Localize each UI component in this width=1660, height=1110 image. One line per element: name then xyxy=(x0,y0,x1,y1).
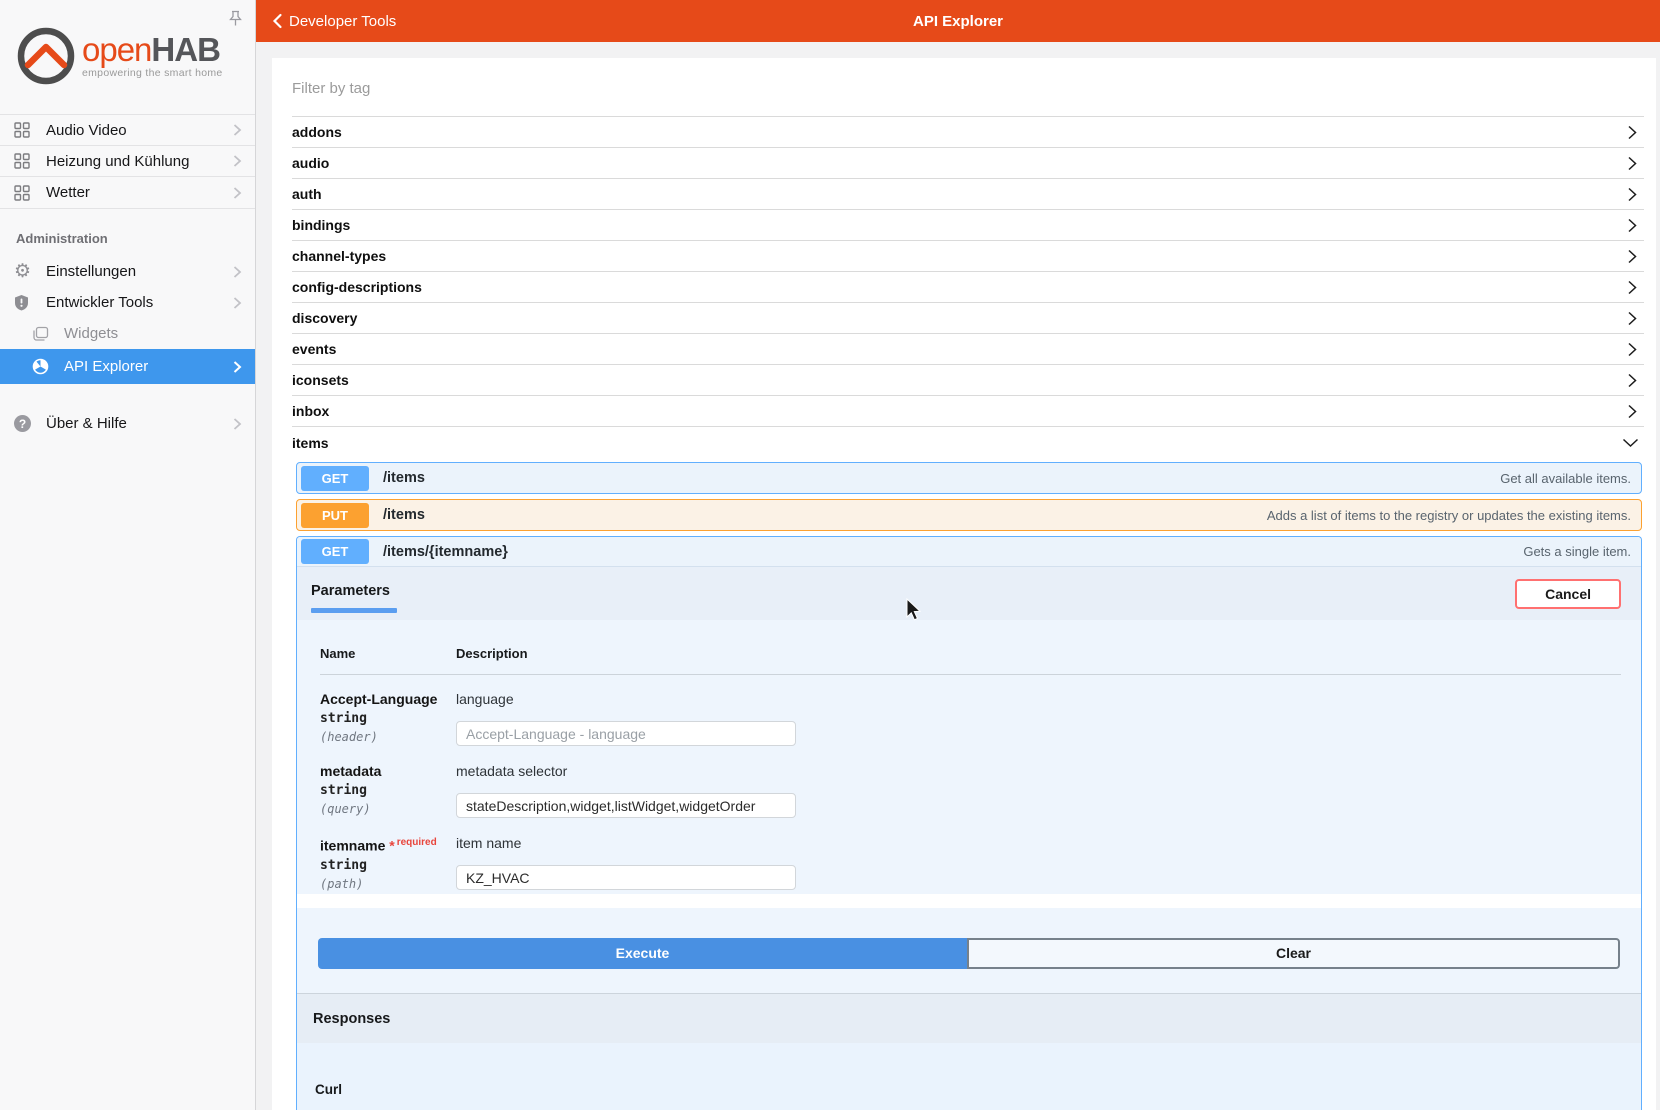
widgets-icon xyxy=(32,326,58,342)
chevron-right-icon xyxy=(231,154,243,168)
api-icon xyxy=(32,358,58,375)
sidebar: openHAB empowering the smart home Audio … xyxy=(0,0,256,1110)
sidebar-section-administration: Administration xyxy=(0,209,255,256)
tag-row-auth[interactable]: auth xyxy=(292,179,1644,210)
sidebar-item-einstellungen[interactable]: ⚙ Einstellungen xyxy=(0,256,255,287)
chevron-left-icon xyxy=(272,13,283,29)
execute-button[interactable]: Execute xyxy=(318,938,967,969)
sidebar-item-ueber-hilfe[interactable]: ? Über & Hilfe xyxy=(0,408,255,439)
openhab-logo-icon xyxy=(16,26,76,86)
op-path: /items xyxy=(383,507,425,523)
tag-row-items[interactable]: items xyxy=(292,427,1644,458)
execute-wrapper: Execute Clear xyxy=(297,908,1641,993)
sidebar-item-heizung[interactable]: Heizung und Kühlung xyxy=(0,146,255,177)
brand-tagline: empowering the smart home xyxy=(82,67,223,79)
api-explorer-panel: addons audio auth bindings channel-types xyxy=(272,58,1656,1110)
tag-row-inbox[interactable]: inbox xyxy=(292,396,1644,427)
grid-icon xyxy=(14,185,40,201)
sidebar-item-audio-video[interactable]: Audio Video xyxy=(0,115,255,146)
chevron-right-icon xyxy=(1624,341,1640,358)
chevron-right-icon xyxy=(1624,124,1640,141)
sidebar-item-wetter[interactable]: Wetter xyxy=(0,177,255,208)
openhab-logo: openHAB empowering the smart home xyxy=(0,0,255,102)
chevron-right-icon xyxy=(1624,372,1640,389)
chevron-right-icon xyxy=(231,296,243,310)
brand-wordmark: openHAB xyxy=(82,33,223,66)
curl-title: Curl xyxy=(315,1082,342,1097)
method-badge-get: GET xyxy=(301,539,369,564)
back-label: Developer Tools xyxy=(289,13,396,30)
param-row-metadata: metadata string (query) metadata selecto… xyxy=(320,761,1621,819)
op-description: Adds a list of items to the registry or … xyxy=(1267,508,1631,523)
tab-active-indicator xyxy=(311,608,397,613)
tag-row-iconsets[interactable]: iconsets xyxy=(292,365,1644,396)
tag-row-audio[interactable]: audio xyxy=(292,148,1644,179)
tag-row-addons[interactable]: addons xyxy=(292,117,1644,148)
chevron-right-icon xyxy=(1624,279,1640,296)
param-row-itemname: itemname *required string (path) item na… xyxy=(320,833,1621,894)
grid-icon xyxy=(14,122,40,138)
param-row-accept-language: Accept-Language string (header) language xyxy=(320,689,1621,747)
op-path: /items/{itemname} xyxy=(383,544,508,560)
app-header: Developer Tools API Explorer xyxy=(256,0,1660,42)
itemname-input[interactable] xyxy=(456,865,796,890)
chevron-right-icon xyxy=(231,265,243,279)
tag-row-bindings[interactable]: bindings xyxy=(292,210,1644,241)
gear-icon: ⚙ xyxy=(14,262,40,281)
chevron-right-icon xyxy=(231,417,243,431)
chevron-right-icon xyxy=(231,186,243,200)
required-label: required xyxy=(397,837,437,848)
tag-row-channel-types[interactable]: channel-types xyxy=(292,241,1644,272)
op-description: Get all available items. xyxy=(1500,471,1631,486)
chevron-right-icon xyxy=(231,123,243,137)
pin-icon[interactable] xyxy=(228,10,243,32)
chevron-right-icon xyxy=(1624,248,1640,265)
accept-language-input[interactable] xyxy=(456,721,796,746)
opblock-get-items[interactable]: GET /items Get all available items. xyxy=(296,462,1642,494)
grid-icon xyxy=(14,153,40,169)
tag-row-discovery[interactable]: discovery xyxy=(292,303,1644,334)
parameters-section-header: Parameters Cancel xyxy=(297,567,1641,620)
parameters-body: Name Description Accept-Language string … xyxy=(297,620,1641,894)
sidebar-item-api-explorer[interactable]: API Explorer xyxy=(0,349,255,384)
chevron-right-icon xyxy=(231,360,243,374)
chevron-down-icon xyxy=(1621,436,1640,450)
sidebar-item-widgets[interactable]: Widgets xyxy=(0,318,255,349)
method-badge-put: PUT xyxy=(301,503,369,528)
column-header-description: Description xyxy=(456,646,528,661)
chevron-right-icon xyxy=(1624,310,1640,327)
opblock-get-single-item-header[interactable]: GET /items/{itemname} Gets a single item… xyxy=(297,537,1641,567)
metadata-input[interactable] xyxy=(456,793,796,818)
tab-parameters: Parameters xyxy=(311,579,397,608)
page-title: API Explorer xyxy=(256,13,1660,30)
chevron-right-icon xyxy=(1624,186,1640,203)
tag-row-config-descriptions[interactable]: config-descriptions xyxy=(292,272,1644,303)
sidebar-item-entwickler-tools[interactable]: Entwickler Tools xyxy=(0,287,255,318)
help-icon: ? xyxy=(14,415,40,432)
operations-list: GET /items Get all available items. PUT … xyxy=(296,462,1642,1110)
chevron-right-icon xyxy=(1624,217,1640,234)
column-header-name: Name xyxy=(320,646,456,661)
cancel-button[interactable]: Cancel xyxy=(1515,579,1621,609)
tag-list: addons audio auth bindings channel-types xyxy=(292,116,1644,458)
op-description: Gets a single item. xyxy=(1523,544,1631,559)
tag-row-events[interactable]: events xyxy=(292,334,1644,365)
responses-title: Responses xyxy=(313,1011,390,1027)
method-badge-get: GET xyxy=(301,466,369,491)
op-path: /items xyxy=(383,470,425,486)
opblock-get-single-item: GET /items/{itemname} Gets a single item… xyxy=(296,536,1642,1110)
back-button[interactable]: Developer Tools xyxy=(256,13,396,30)
shield-icon xyxy=(14,294,40,311)
curl-section: Curl xyxy=(297,1043,1641,1110)
opblock-put-items[interactable]: PUT /items Adds a list of items to the r… xyxy=(296,499,1642,531)
filter-by-tag-input[interactable] xyxy=(292,72,712,104)
chevron-right-icon xyxy=(1624,155,1640,172)
responses-section-header: Responses xyxy=(297,993,1641,1043)
required-star: * xyxy=(389,838,394,854)
chevron-right-icon xyxy=(1624,403,1640,420)
clear-button[interactable]: Clear xyxy=(967,938,1620,969)
